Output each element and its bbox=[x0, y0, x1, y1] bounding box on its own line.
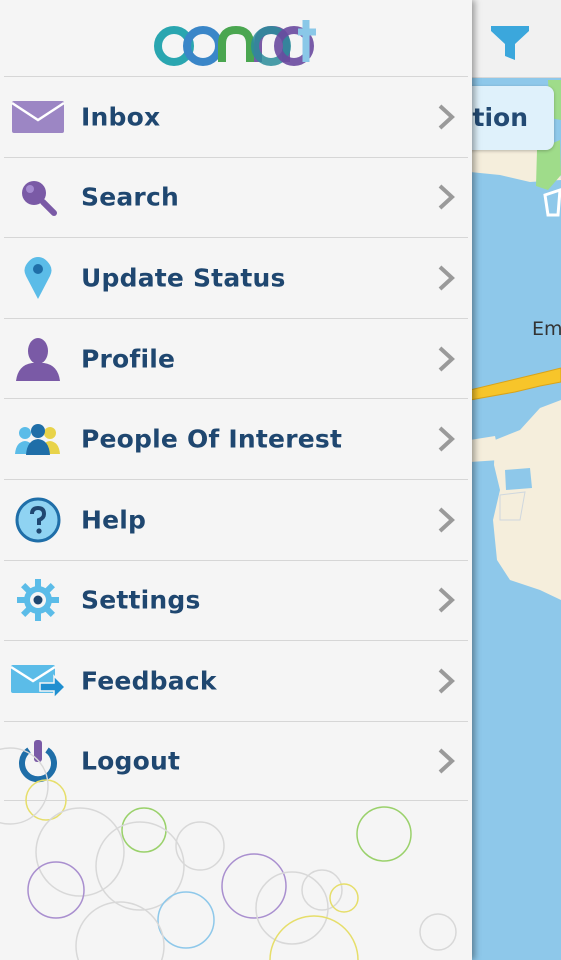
menu-item-label: Feedback bbox=[81, 666, 217, 696]
menu-item-help[interactable]: Help bbox=[4, 478, 468, 560]
drawer-menu: Inbox Search Update Status Profile Peopl… bbox=[4, 76, 468, 802]
menu-item-inbox[interactable]: Inbox bbox=[4, 76, 468, 157]
magnifier-icon bbox=[10, 173, 66, 221]
chevron-right-icon bbox=[438, 587, 455, 613]
connect-logo-icon bbox=[154, 20, 316, 66]
location-pin-icon bbox=[10, 254, 66, 302]
side-drawer: Inbox Search Update Status Profile Peopl… bbox=[0, 0, 472, 960]
question-mark-icon bbox=[10, 496, 66, 544]
menu-item-profile[interactable]: Profile bbox=[4, 317, 468, 399]
menu-item-label: Help bbox=[81, 505, 147, 535]
menu-item-label: Search bbox=[81, 182, 179, 212]
chevron-right-icon bbox=[438, 507, 455, 533]
map-place-label: Em bbox=[532, 318, 561, 340]
menu-item-settings[interactable]: Settings bbox=[4, 559, 468, 641]
person-icon bbox=[10, 335, 66, 383]
menu-item-label: Inbox bbox=[81, 102, 161, 132]
app-logo bbox=[0, 0, 472, 76]
send-mail-icon bbox=[10, 657, 66, 705]
menu-item-label: Profile bbox=[81, 344, 176, 374]
menu-item-update-status[interactable]: Update Status bbox=[4, 237, 468, 318]
chevron-right-icon bbox=[438, 426, 455, 452]
decorative-bubbles bbox=[0, 747, 457, 960]
menu-item-label: Settings bbox=[81, 585, 201, 615]
chevron-right-icon bbox=[438, 265, 455, 291]
people-group-icon bbox=[10, 415, 66, 463]
menu-item-label: Update Status bbox=[81, 263, 286, 293]
menu-item-search[interactable]: Search bbox=[4, 156, 468, 238]
envelope-icon bbox=[10, 93, 66, 141]
gear-icon bbox=[10, 576, 66, 624]
filter-button[interactable] bbox=[488, 20, 532, 64]
filter-icon bbox=[491, 26, 529, 60]
chevron-right-icon bbox=[438, 104, 455, 130]
chevron-right-icon bbox=[438, 668, 455, 694]
menu-item-label: People Of Interest bbox=[81, 424, 343, 454]
menu-item-people-of-interest[interactable]: People Of Interest bbox=[4, 398, 468, 479]
chevron-right-icon bbox=[438, 346, 455, 372]
menu-item-feedback[interactable]: Feedback bbox=[4, 640, 468, 721]
chevron-right-icon bbox=[438, 184, 455, 210]
